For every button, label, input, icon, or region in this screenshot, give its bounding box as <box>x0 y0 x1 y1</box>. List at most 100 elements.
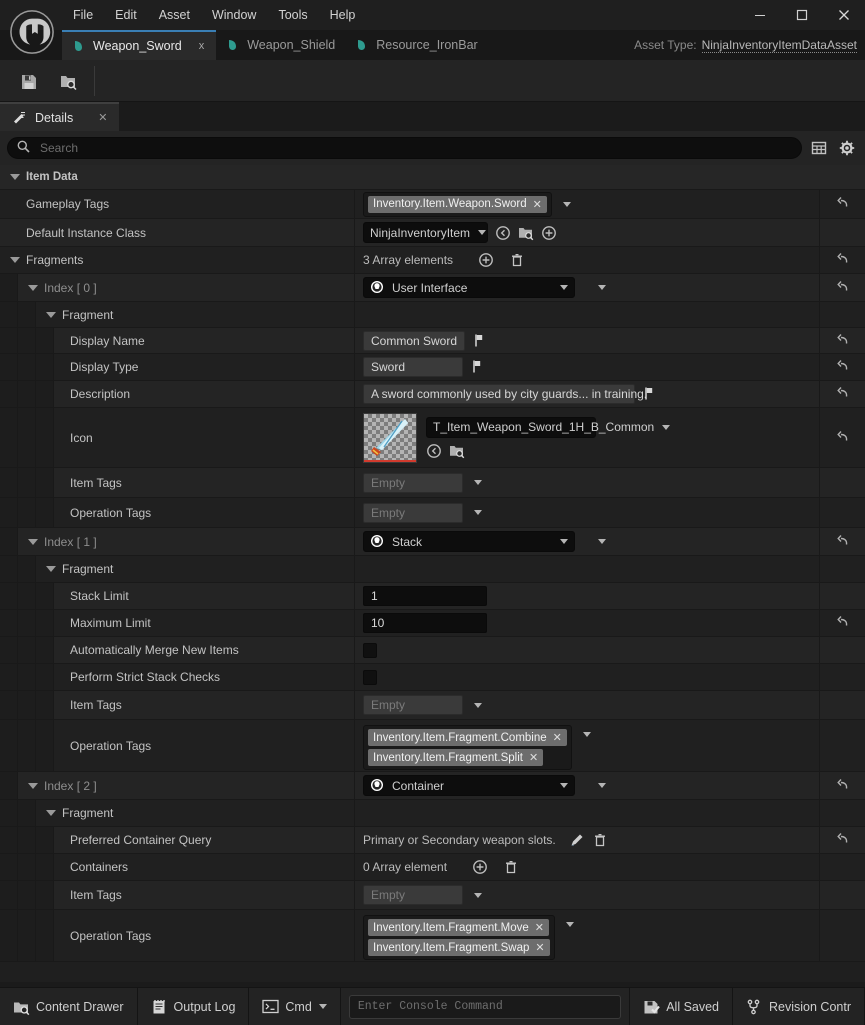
column-view-button[interactable] <box>808 137 830 159</box>
description-input[interactable]: A sword commonly used by city guards... … <box>363 384 647 404</box>
row-gameplay-tags[interactable]: Gameplay Tags Inventory.Item.Weapon.Swor… <box>0 190 865 219</box>
row-item-tags-1[interactable]: Item Tags Empty <box>0 691 865 720</box>
remove-tag-icon[interactable]: ✕ <box>553 731 562 744</box>
row-auto-merge[interactable]: Automatically Merge New Items <box>0 637 865 664</box>
console-command-input[interactable]: Enter Console Command <box>348 994 622 1019</box>
row-index-1[interactable]: Index [ 1 ] Stack <box>0 528 865 556</box>
remove-tag-icon[interactable]: ✕ <box>535 941 544 954</box>
reset-arrow-icon[interactable] <box>835 386 851 402</box>
chevron-down-icon[interactable] <box>598 783 606 788</box>
chevron-down-icon[interactable] <box>598 285 606 290</box>
reset-cell[interactable] <box>819 528 865 555</box>
browse-to-asset-icon[interactable] <box>449 443 465 459</box>
menu-help[interactable]: Help <box>319 4 367 26</box>
reset-arrow-icon[interactable] <box>835 252 851 268</box>
maximum-limit-input[interactable]: 10 <box>363 613 487 633</box>
row-fragment-header-0[interactable]: Fragment <box>0 302 865 328</box>
auto-merge-checkbox[interactable] <box>363 642 377 658</box>
expand-triangle-icon[interactable] <box>10 257 20 263</box>
row-containers[interactable]: Containers 0 Array element <box>0 854 865 881</box>
icon-thumbnail[interactable] <box>363 412 417 463</box>
expand-triangle-icon[interactable] <box>46 566 56 572</box>
tag-chip[interactable]: Inventory.Item.Fragment.Combine ✕ <box>368 729 567 746</box>
row-fragments[interactable]: Fragments 3 Array elements <box>0 247 865 274</box>
remove-tag-icon[interactable]: ✕ <box>533 198 542 211</box>
reset-arrow-icon[interactable] <box>835 534 851 550</box>
menu-window[interactable]: Window <box>201 4 267 26</box>
index1-struct-dropdown[interactable]: Stack <box>363 531 575 552</box>
reset-cell[interactable] <box>819 274 865 301</box>
row-index-2[interactable]: Index [ 2 ] Container <box>0 772 865 800</box>
remove-tag-icon[interactable]: ✕ <box>535 921 544 934</box>
minimize-button[interactable] <box>739 0 781 30</box>
use-selected-asset-icon[interactable] <box>495 225 511 241</box>
expand-triangle-icon[interactable] <box>46 311 56 318</box>
row-default-instance-class[interactable]: Default Instance Class NinjaInventoryIte… <box>0 219 865 247</box>
index0-struct-dropdown[interactable]: User Interface <box>363 277 575 298</box>
strict-stack-checkbox[interactable] <box>363 669 377 685</box>
row-index-0[interactable]: Index [ 0 ] User Interface <box>0 274 865 302</box>
chevron-down-icon[interactable] <box>598 539 606 544</box>
tag-chip[interactable]: Inventory.Item.Fragment.Split ✕ <box>368 749 544 766</box>
row-maximum-limit[interactable]: Maximum Limit 10 <box>0 610 865 637</box>
gameplay-tag-chip[interactable]: Inventory.Item.Weapon.Sword ✕ <box>363 191 552 217</box>
display-name-input[interactable]: Common Sword <box>363 330 466 351</box>
icon-asset-dropdown[interactable]: T_Item_Weapon_Sword_1H_B_Common <box>426 416 671 438</box>
tab-close-icon[interactable]: x <box>197 40 207 52</box>
cmd-selector-button[interactable]: Cmd <box>249 988 341 1025</box>
delete-array-icon[interactable] <box>503 859 519 875</box>
menu-file[interactable]: File <box>62 4 104 26</box>
content-drawer-button[interactable]: Content Drawer <box>0 988 138 1025</box>
all-saved-button[interactable]: All Saved <box>629 988 734 1025</box>
tab-weapon-shield[interactable]: Weapon_Shield <box>216 30 345 60</box>
row-operation-tags-1[interactable]: Operation Tags Inventory.Item.Fragment.C… <box>0 720 865 772</box>
menu-tools[interactable]: Tools <box>267 4 318 26</box>
operation-tags-empty-field[interactable]: Empty <box>363 502 463 523</box>
add-array-element-icon[interactable] <box>478 252 494 268</box>
reset-cell[interactable] <box>819 827 865 853</box>
remove-tag-icon[interactable]: ✕ <box>529 751 538 764</box>
row-display-type[interactable]: Display Type Sword <box>0 354 865 381</box>
row-fragment-header-1[interactable]: Fragment <box>0 556 865 583</box>
localization-flag-icon[interactable] <box>472 333 488 349</box>
item-tags-empty-field[interactable]: Empty <box>363 885 463 905</box>
close-button[interactable] <box>823 0 865 30</box>
item-tags-empty-field[interactable]: Empty <box>363 472 463 493</box>
row-preferred-container-query[interactable]: Preferred Container Query Primary or Sec… <box>0 827 865 854</box>
reset-arrow-icon[interactable] <box>835 280 851 296</box>
menu-asset[interactable]: Asset <box>148 4 201 26</box>
chevron-down-icon[interactable] <box>474 510 482 515</box>
localization-flag-icon[interactable] <box>470 359 486 375</box>
reset-arrow-icon[interactable] <box>835 832 851 848</box>
expand-triangle-icon[interactable] <box>46 810 56 816</box>
details-property-tree[interactable]: Item Data Gameplay Tags Inventory.Item.W… <box>0 165 865 982</box>
row-operation-tags-0[interactable]: Operation Tags Empty <box>0 498 865 528</box>
settings-button[interactable] <box>836 137 858 159</box>
row-item-tags-2[interactable]: Item Tags Empty <box>0 881 865 910</box>
reset-arrow-icon[interactable] <box>835 430 851 446</box>
delete-array-icon[interactable] <box>509 252 525 268</box>
operation-tags-chip-list[interactable]: Inventory.Item.Fragment.Move ✕ Inventory… <box>363 915 555 960</box>
row-description[interactable]: Description A sword commonly used by cit… <box>0 381 865 408</box>
reset-arrow-icon[interactable] <box>835 359 851 375</box>
reset-cell[interactable] <box>819 381 865 407</box>
reset-arrow-icon[interactable] <box>835 615 851 631</box>
row-fragment-header-2[interactable]: Fragment <box>0 800 865 827</box>
item-tags-empty-field[interactable]: Empty <box>363 695 463 715</box>
tab-details[interactable]: Details ✕ <box>0 102 120 131</box>
chevron-down-icon[interactable] <box>474 480 482 485</box>
reset-cell[interactable] <box>819 610 865 636</box>
expand-triangle-icon[interactable] <box>10 174 20 180</box>
browse-content-button[interactable] <box>48 64 88 98</box>
revision-control-button[interactable]: Revision Contr <box>733 988 865 1025</box>
default-instance-class-dropdown[interactable]: NinjaInventoryItem <box>363 222 488 243</box>
use-selected-asset-icon[interactable] <box>426 443 442 459</box>
reset-cell[interactable] <box>819 190 865 218</box>
tag-chip[interactable]: Inventory.Item.Fragment.Swap ✕ <box>368 939 550 956</box>
reset-arrow-icon[interactable] <box>835 333 851 349</box>
row-operation-tags-2[interactable]: Operation Tags Inventory.Item.Fragment.M… <box>0 910 865 962</box>
save-button[interactable] <box>8 64 48 98</box>
details-tab-close-icon[interactable]: ✕ <box>98 111 107 124</box>
expand-triangle-icon[interactable] <box>28 782 38 789</box>
maximize-button[interactable] <box>781 0 823 30</box>
